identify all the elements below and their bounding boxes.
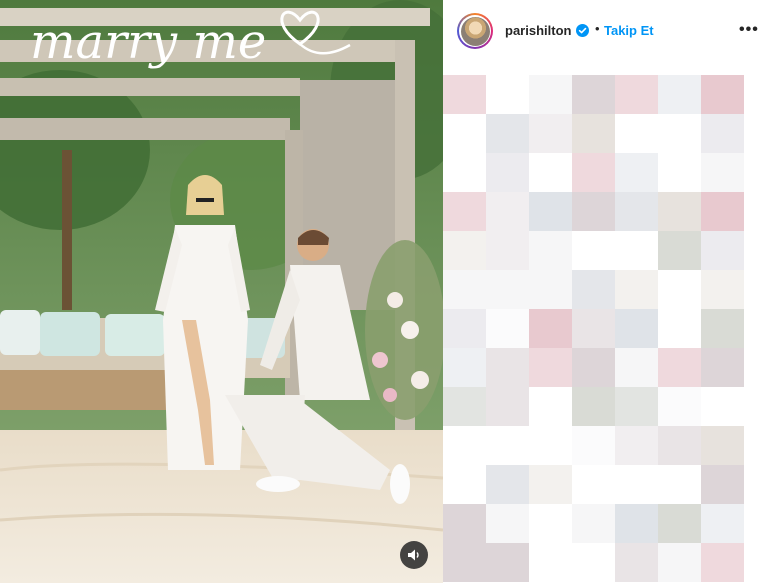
pixel-block — [701, 543, 744, 582]
avatar-image — [460, 16, 490, 46]
pixel-block — [572, 114, 615, 153]
pixel-block — [443, 192, 486, 231]
pixel-block — [701, 192, 744, 231]
pixel-block — [701, 231, 744, 270]
pixel-block — [615, 309, 658, 348]
pixel-block — [486, 504, 529, 543]
pixel-block — [572, 153, 615, 192]
pixel-block — [529, 114, 572, 153]
pixel-block — [443, 75, 486, 114]
pixel-block — [443, 309, 486, 348]
pixel-block — [486, 309, 529, 348]
pixel-block — [701, 270, 744, 309]
speaker-icon — [408, 549, 419, 561]
pixel-block — [572, 192, 615, 231]
pixel-block — [658, 348, 701, 387]
pixel-block — [443, 504, 486, 543]
pixel-block — [529, 348, 572, 387]
pixel-block — [572, 348, 615, 387]
pixel-block — [658, 426, 701, 465]
pixel-block — [658, 231, 701, 270]
pixel-block — [615, 270, 658, 309]
pixel-block — [529, 309, 572, 348]
username-link[interactable]: parishilton — [505, 23, 571, 38]
engagement-photo: marry me — [0, 0, 443, 583]
pixel-block — [701, 465, 744, 504]
pixel-block — [615, 387, 658, 426]
pixel-block — [443, 231, 486, 270]
pixel-block — [529, 231, 572, 270]
pixel-block — [572, 75, 615, 114]
pixel-block — [615, 426, 658, 465]
pixel-block — [615, 192, 658, 231]
pixel-block — [701, 504, 744, 543]
pixel-block — [529, 270, 572, 309]
pixel-block — [701, 75, 744, 114]
pixel-block — [443, 543, 486, 582]
pixel-block — [615, 348, 658, 387]
pixel-block — [701, 114, 744, 153]
pixel-block — [572, 504, 615, 543]
pixel-block — [572, 270, 615, 309]
pixel-block — [701, 309, 744, 348]
pixel-block — [572, 426, 615, 465]
avatar[interactable] — [457, 13, 493, 49]
pixel-block — [658, 504, 701, 543]
pixel-block — [443, 270, 486, 309]
pixel-block — [486, 543, 529, 582]
pixel-block — [701, 153, 744, 192]
pixel-block — [572, 387, 615, 426]
post-image[interactable]: marry me — [0, 0, 443, 583]
sound-toggle-button[interactable] — [400, 541, 428, 569]
pixel-block — [615, 504, 658, 543]
pixel-block — [615, 75, 658, 114]
pixel-block — [486, 348, 529, 387]
pixel-block — [658, 387, 701, 426]
verified-badge-icon — [576, 24, 589, 37]
pixel-block — [443, 348, 486, 387]
pixel-block — [529, 192, 572, 231]
separator-dot: • — [595, 21, 600, 36]
pixelated-comments-area — [443, 75, 770, 583]
pixel-block — [658, 192, 701, 231]
pixel-block — [615, 153, 658, 192]
pixel-block — [486, 114, 529, 153]
pixel-block — [486, 231, 529, 270]
pixel-block — [529, 75, 572, 114]
pixel-block — [615, 543, 658, 582]
pixel-block — [658, 75, 701, 114]
follow-button[interactable]: Takip Et — [604, 23, 654, 38]
marry-me-overlay-text: marry me — [30, 14, 266, 70]
post-header: parishilton • Takip Et ••• — [443, 0, 770, 62]
pixel-block — [486, 270, 529, 309]
pixel-block — [572, 309, 615, 348]
pixel-block — [701, 348, 744, 387]
pixel-block — [486, 465, 529, 504]
pixel-block — [658, 543, 701, 582]
pixel-block — [486, 387, 529, 426]
pixel-block — [701, 426, 744, 465]
pixel-block — [486, 192, 529, 231]
post-side-panel: parishilton • Takip Et ••• — [443, 0, 770, 583]
pixel-block — [486, 153, 529, 192]
pixel-block — [529, 465, 572, 504]
more-options-icon[interactable]: ••• — [739, 21, 759, 39]
pixel-block — [443, 387, 486, 426]
